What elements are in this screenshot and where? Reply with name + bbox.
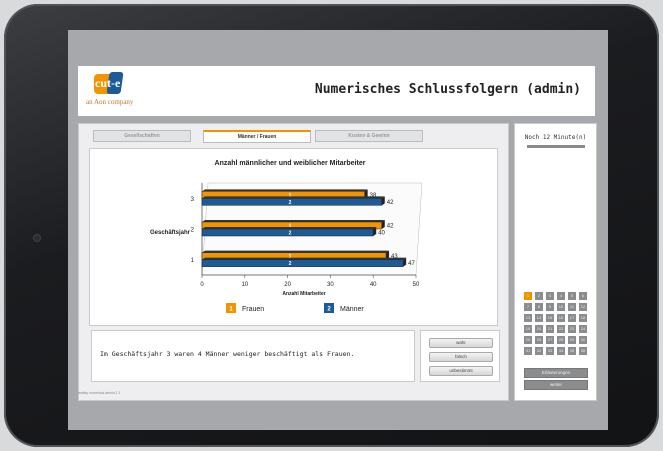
tab-maenner-frauen[interactable]: Männer / Frauen <box>203 130 311 143</box>
timer-bar <box>527 145 585 148</box>
question-cell[interactable]: 29 <box>568 336 576 344</box>
help-button[interactable]: Erläuterungen <box>524 368 588 378</box>
question-cell[interactable]: 30 <box>579 336 587 344</box>
question-cell[interactable]: 26 <box>535 336 543 344</box>
question-cell[interactable]: 31 <box>524 347 532 355</box>
question-cell[interactable]: 9 <box>546 303 554 311</box>
question-cell[interactable]: 11 <box>568 303 576 311</box>
data-label: 40 <box>378 231 385 237</box>
question-cell[interactable]: 17 <box>568 314 576 322</box>
question-cell[interactable]: 27 <box>546 336 554 344</box>
question-cell[interactable]: 35 <box>568 347 576 355</box>
question-cell[interactable]: 4 <box>557 292 565 300</box>
true-button[interactable]: wahr <box>429 338 493 348</box>
question-cell[interactable]: 6 <box>579 292 587 300</box>
x-tick-label: 10 <box>241 282 248 288</box>
bar-top <box>202 257 407 260</box>
legend: 1 Frauen 2 Männer <box>226 303 364 313</box>
data-label: 42 <box>387 200 394 206</box>
screen: cut-e an Aon company Numerisches Schluss… <box>68 30 608 430</box>
question-cell[interactable]: 24 <box>579 325 587 333</box>
bar-chart: Anzahl männlicher und weiblicher Mitarbe… <box>150 160 423 313</box>
question-cell[interactable]: 15 <box>546 314 554 322</box>
chart-title: Anzahl männlicher und weiblicher Mitarbe… <box>215 160 366 167</box>
bar-top <box>202 227 377 229</box>
bar <box>201 198 383 206</box>
y-tick-label: 1 <box>191 258 195 264</box>
question-cell[interactable]: 16 <box>557 314 565 322</box>
x-tick-label: 30 <box>327 282 334 288</box>
y-axis-label: Geschäftsjahr <box>150 230 191 236</box>
y-tick-label: 3 <box>191 197 195 203</box>
question-cell[interactable]: 5 <box>568 292 576 300</box>
bar <box>201 259 404 267</box>
question-cell[interactable]: 12 <box>579 303 587 311</box>
undecided-button[interactable]: unbestimmt <box>429 366 493 376</box>
question-cell[interactable]: 7 <box>524 303 532 311</box>
question-cell[interactable]: 23 <box>568 325 576 333</box>
bar-series-label: 2 <box>289 261 292 267</box>
logo: cut-e an Aon company <box>86 72 166 112</box>
x-tick-label: 20 <box>284 282 291 288</box>
question-cell[interactable]: 3 <box>546 292 554 300</box>
question-cell[interactable]: 18 <box>579 314 587 322</box>
question-cell[interactable]: 19 <box>524 325 532 333</box>
tab-kosten-gewinn[interactable]: Kosten & Gewinn <box>315 130 423 142</box>
question-cell[interactable]: 25 <box>524 336 532 344</box>
statement-box: Im Geschäftsjahr 3 waren 4 Männer wenige… <box>91 330 415 382</box>
bar-top <box>202 189 368 192</box>
question-cell[interactable]: 13 <box>524 314 532 322</box>
legend-label: Männer <box>340 306 364 313</box>
question-cell[interactable]: 8 <box>535 303 543 311</box>
bar-series-label: 2 <box>289 200 292 206</box>
question-cell[interactable]: 32 <box>535 347 543 355</box>
x-tick-label: 40 <box>370 282 377 288</box>
bar-top <box>202 196 385 199</box>
question-cell[interactable]: 14 <box>535 314 543 322</box>
bar-series-label: 2 <box>289 231 292 237</box>
bar <box>201 228 374 237</box>
question-cell[interactable]: 33 <box>546 347 554 355</box>
x-axis-label: Anzahl Mitarbeiter <box>282 291 325 297</box>
answer-panel: wahr falsch unbestimmt <box>420 330 500 382</box>
question-cell[interactable]: 10 <box>557 303 565 311</box>
camera-icon <box>34 235 40 241</box>
question-cell[interactable]: 36 <box>579 347 587 355</box>
y-tick-label: 2 <box>191 228 195 234</box>
question-cell[interactable]: 34 <box>557 347 565 355</box>
false-button[interactable]: falsch <box>429 352 493 362</box>
sidebar: Noch 12 Minute(n) 1 2 3 4 5 6 7 8 9 10 11 12 13 14 15 1… <box>514 123 597 401</box>
logo-text: cut-e <box>95 76 121 90</box>
question-cell[interactable]: 21 <box>546 325 554 333</box>
next-button[interactable]: weiter <box>524 380 588 390</box>
x-tick-label: 0 <box>200 282 204 288</box>
app-header: cut-e an Aon company Numerisches Schluss… <box>78 66 595 116</box>
chart-container: Anzahl männlicher und weiblicher Mitarbe… <box>89 148 498 326</box>
question-cell[interactable]: 2 <box>535 292 543 300</box>
bar-top <box>202 220 385 222</box>
question-cell[interactable]: 22 <box>557 325 565 333</box>
main-panel: Gesellschaften Männer / Frauen Kosten & … <box>78 123 509 401</box>
tab-gesellschaften[interactable]: Gesellschaften <box>93 130 191 142</box>
timer-text: Noch 12 Minute(n) <box>524 134 587 141</box>
x-tick-label: 50 <box>413 282 420 288</box>
legend-label: Frauen <box>242 306 264 313</box>
footer-note: testlay numerical admin 1.1 <box>78 391 121 395</box>
data-label: 42 <box>387 224 394 230</box>
question-cell[interactable]: 28 <box>557 336 565 344</box>
data-label: 47 <box>408 261 415 267</box>
bar-top <box>202 250 390 253</box>
plot-area: 0 10 20 30 40 5011 432 4721 422 4031 382 42 <box>191 182 423 288</box>
logo-subtitle: an Aon company <box>86 98 134 106</box>
question-cell[interactable]: 1 <box>524 292 532 300</box>
question-cell[interactable]: 20 <box>535 325 543 333</box>
page-title: Numerisches Schlussfolgern (admin) <box>314 82 581 97</box>
statement-text: Im Geschäftsjahr 3 waren 4 Männer wenige… <box>100 350 355 358</box>
